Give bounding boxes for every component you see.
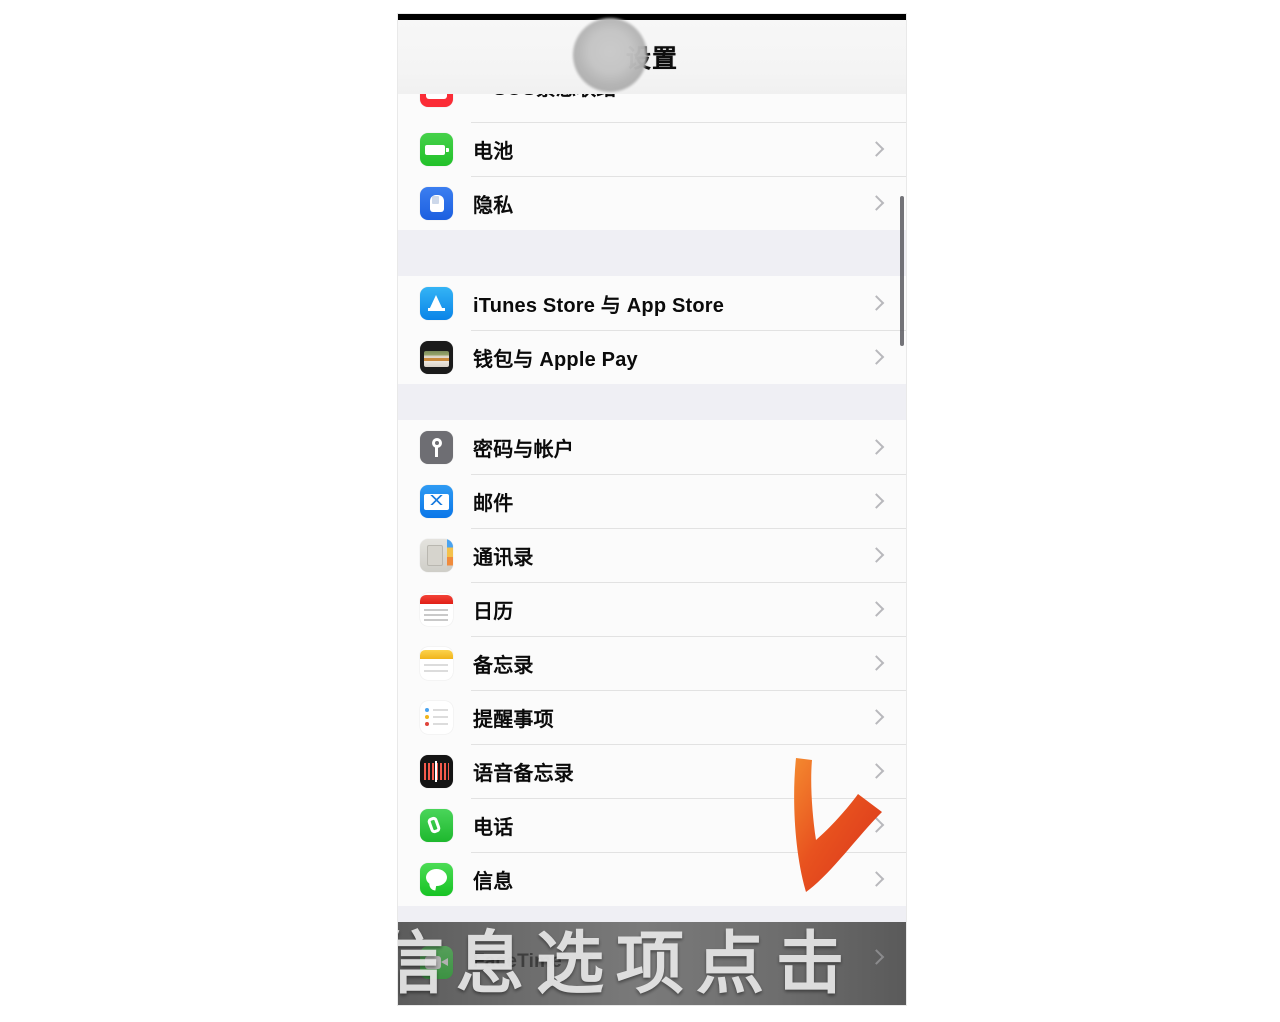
list-item-mail[interactable]: 邮件 bbox=[398, 474, 906, 528]
chevron-right-icon bbox=[868, 141, 885, 157]
list-item-notes[interactable]: 备忘录 bbox=[398, 636, 906, 690]
privacy-icon bbox=[420, 186, 453, 220]
caption-text: 信息选项点击 bbox=[398, 926, 857, 1002]
list-item-label: 电话 bbox=[473, 816, 514, 839]
app-store-icon bbox=[420, 286, 453, 320]
section-gap bbox=[398, 230, 906, 276]
list-item-battery[interactable]: 电池 bbox=[398, 122, 906, 176]
chevron-right-icon bbox=[868, 493, 885, 509]
section-gap bbox=[398, 384, 906, 420]
list-item-itunes-app-store[interactable]: iTunes Store 与 App Store bbox=[398, 276, 906, 330]
list-item-label: 语音备忘录 bbox=[473, 762, 574, 785]
list-item-messages[interactable]: 信息 bbox=[398, 852, 906, 906]
messages-icon bbox=[420, 862, 453, 896]
chevron-right-icon bbox=[868, 709, 885, 725]
list-item-calendar[interactable]: 日历 bbox=[398, 582, 906, 636]
calendar-icon bbox=[420, 592, 453, 626]
list-item-label: 通讯录 bbox=[473, 546, 534, 569]
list-item-label: iTunes Store 与 App Store bbox=[473, 294, 725, 317]
list-item-label: 信息 bbox=[473, 870, 514, 893]
page-title: 设置 bbox=[625, 45, 678, 73]
key-icon bbox=[420, 430, 453, 464]
scroll-indicator[interactable] bbox=[900, 196, 904, 346]
settings-group-system: SOS紧急联络 电池 隐私 bbox=[398, 94, 906, 230]
phone-icon bbox=[420, 808, 453, 842]
battery-icon bbox=[420, 132, 453, 166]
chevron-right-icon bbox=[868, 295, 885, 311]
voice-memos-icon bbox=[420, 754, 453, 788]
chevron-right-icon bbox=[868, 949, 885, 965]
chevron-right-icon bbox=[868, 655, 885, 671]
list-item-wallet-apple-pay[interactable]: 钱包与 Apple Pay bbox=[398, 330, 906, 384]
list-item-passwords-accounts[interactable]: 密码与帐户 bbox=[398, 420, 906, 474]
list-item-label: 钱包与 Apple Pay bbox=[473, 348, 638, 371]
list-item-sos[interactable]: SOS紧急联络 bbox=[398, 94, 906, 122]
chevron-right-icon bbox=[868, 195, 885, 211]
blur-circle-overlay bbox=[573, 18, 647, 92]
wallet-icon bbox=[420, 340, 453, 374]
caption-overlay: FaceTime 信息选项点击 bbox=[398, 922, 906, 1005]
list-item-reminders[interactable]: 提醒事项 bbox=[398, 690, 906, 744]
settings-group-apps: 密码与帐户 邮件 通讯录 日历 备忘录 提醒事项 语音备忘录 电话 信息 bbox=[398, 420, 906, 906]
list-item-label: 隐私 bbox=[473, 194, 514, 217]
list-item-label: 提醒事项 bbox=[473, 708, 554, 731]
list-item-privacy[interactable]: 隐私 bbox=[398, 176, 906, 230]
list-item-label: 邮件 bbox=[473, 492, 514, 515]
list-item-label: 日历 bbox=[473, 600, 514, 623]
list-item-label: SOS紧急联络 bbox=[493, 94, 617, 101]
chevron-right-icon bbox=[868, 547, 885, 563]
list-item-label: 备忘录 bbox=[473, 654, 534, 677]
list-item-contacts[interactable]: 通讯录 bbox=[398, 528, 906, 582]
list-item-label: 电池 bbox=[473, 140, 514, 163]
chevron-right-icon bbox=[868, 817, 885, 833]
chevron-right-icon bbox=[868, 439, 885, 455]
chevron-right-icon bbox=[868, 601, 885, 617]
notes-icon bbox=[420, 646, 453, 680]
chevron-right-icon bbox=[868, 349, 885, 365]
chevron-right-icon bbox=[868, 763, 885, 779]
list-item-label: 密码与帐户 bbox=[473, 438, 574, 461]
phone-screenshot-frame: 设置 SOS紧急联络 电池 隐私 bbox=[398, 14, 906, 1005]
settings-list[interactable]: SOS紧急联络 电池 隐私 iTunes Store 与 App Store bbox=[398, 94, 906, 922]
settings-group-stores: iTunes Store 与 App Store 钱包与 Apple Pay bbox=[398, 276, 906, 384]
chevron-right-icon bbox=[868, 871, 885, 887]
mail-icon bbox=[420, 484, 453, 518]
list-item-phone[interactable]: 电话 bbox=[398, 798, 906, 852]
contacts-icon bbox=[420, 538, 453, 572]
reminders-icon bbox=[420, 700, 453, 734]
list-item-voice-memos[interactable]: 语音备忘录 bbox=[398, 744, 906, 798]
sos-icon bbox=[420, 94, 453, 107]
